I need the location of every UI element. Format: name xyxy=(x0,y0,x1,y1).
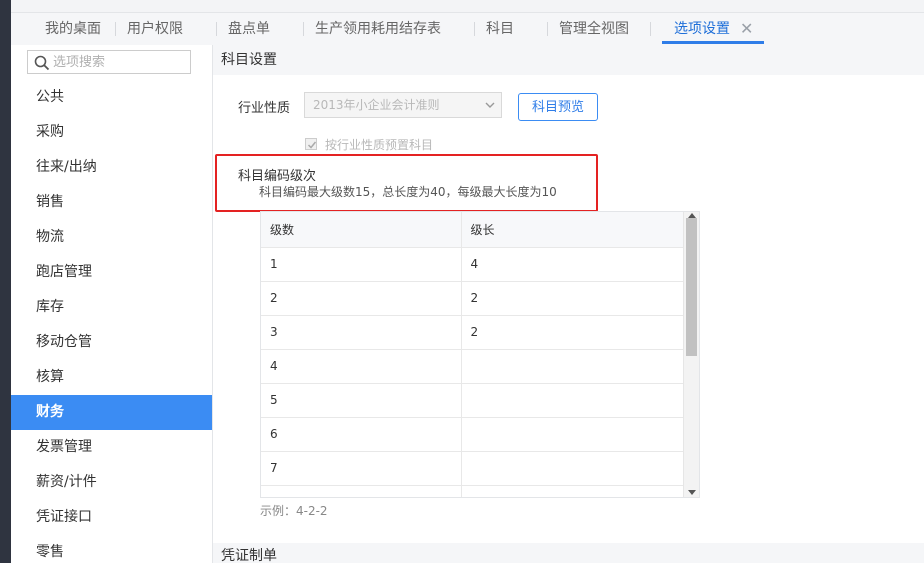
tab-option-settings[interactable]: 选项设置 xyxy=(674,13,730,44)
length-cell[interactable] xyxy=(461,451,683,486)
tab-stocktake[interactable]: 盘点单 xyxy=(228,13,270,44)
level-cell: 4 xyxy=(261,349,462,384)
section-title-voucher: 凭证制单 xyxy=(213,543,924,564)
length-cell[interactable]: 2 xyxy=(461,281,683,316)
scrollbar-thumb[interactable] xyxy=(686,218,697,356)
length-cell[interactable] xyxy=(461,349,683,384)
sidebar-item-store-visits[interactable]: 跑店管理 xyxy=(11,255,212,290)
tab-close-icon[interactable]: ✕ xyxy=(740,13,753,44)
tab-separator xyxy=(115,22,116,36)
table-row: 8 xyxy=(261,485,683,497)
level-cell: 6 xyxy=(261,417,462,452)
level-cell: 8 xyxy=(261,485,462,497)
sidebar-item-voucher-interface[interactable]: 凭证接口 xyxy=(11,500,212,535)
checkmark-icon xyxy=(307,141,317,149)
tab-separator xyxy=(474,22,475,36)
sidebar-item-public[interactable]: 公共 xyxy=(11,80,212,115)
level-cell: 7 xyxy=(261,451,462,486)
coding-levels-title: 科目编码级次 xyxy=(238,169,317,184)
sidebar-item-payroll-piecework[interactable]: 薪资/计件 xyxy=(11,465,212,500)
industry-select-value: 2013年小企业会计准则 xyxy=(313,98,440,112)
scroll-down-arrow-icon[interactable] xyxy=(688,490,696,496)
settings-sidebar: 公共 采购 往来/出纳 销售 物流 跑店管理 库存 移动仓管 核算 财务 发票管… xyxy=(11,45,213,563)
sidebar-item-invoice-management[interactable]: 发票管理 xyxy=(11,430,212,465)
preset-subjects-checkbox[interactable] xyxy=(305,138,317,150)
tab-production-usage-report[interactable]: 生产领用耗用结存表 xyxy=(315,13,441,44)
table-row: 1 4 xyxy=(261,247,683,282)
coding-levels-grid: 级数 级长 1 4 2 2 3 2 4 5 6 7 xyxy=(260,211,700,498)
tab-user-permissions[interactable]: 用户权限 xyxy=(127,13,183,44)
sidebar-item-purchase[interactable]: 采购 xyxy=(11,115,212,150)
preset-subjects-label: 按行业性质预置科目 xyxy=(325,138,434,152)
option-search-box xyxy=(27,50,191,74)
chevron-down-icon xyxy=(485,102,495,108)
industry-select[interactable]: 2013年小企业会计准则 xyxy=(304,92,502,118)
sidebar-item-finance[interactable]: 财务 xyxy=(11,395,212,430)
length-cell[interactable] xyxy=(461,485,683,497)
table-row: 7 xyxy=(261,451,683,486)
tab-separator xyxy=(216,22,217,36)
table-row: 6 xyxy=(261,417,683,452)
window-top-strip xyxy=(11,0,924,13)
search-icon xyxy=(34,55,50,71)
table-row: 3 2 xyxy=(261,315,683,350)
level-cell: 1 xyxy=(261,247,462,282)
coding-example-text: 示例：4-2-2 xyxy=(260,504,328,518)
tab-separator xyxy=(650,22,651,36)
option-search-input[interactable] xyxy=(53,53,185,71)
tab-accounts[interactable]: 科目 xyxy=(486,13,514,44)
sidebar-item-accounts-cashier[interactable]: 往来/出纳 xyxy=(11,150,212,185)
app-left-rail xyxy=(0,0,11,563)
active-tab-indicator xyxy=(662,41,764,44)
sidebar-item-retail[interactable]: 零售 xyxy=(11,535,212,570)
level-cell: 3 xyxy=(261,315,462,350)
section-title-subject-settings: 科目设置 xyxy=(213,45,924,75)
coding-levels-description: 科目编码最大级数15，总长度为40，每级最大长度为10 xyxy=(259,185,557,199)
tab-management-overview[interactable]: 管理全视图 xyxy=(559,13,629,44)
sidebar-item-sales[interactable]: 销售 xyxy=(11,185,212,220)
tab-my-desktop[interactable]: 我的桌面 xyxy=(45,13,101,44)
length-cell[interactable]: 4 xyxy=(461,247,683,282)
grid-header-row: 级数 级长 xyxy=(261,212,683,248)
column-header-length: 级长 xyxy=(461,212,683,248)
table-row: 5 xyxy=(261,383,683,418)
industry-label: 行业性质 xyxy=(238,101,291,116)
length-cell[interactable] xyxy=(461,383,683,418)
sidebar-item-mobile-warehouse[interactable]: 移动仓管 xyxy=(11,325,212,360)
subject-preview-button[interactable]: 科目预览 xyxy=(518,93,598,121)
level-cell: 2 xyxy=(261,281,462,316)
table-row: 2 2 xyxy=(261,281,683,316)
length-cell[interactable]: 2 xyxy=(461,315,683,350)
sidebar-item-costing[interactable]: 核算 xyxy=(11,360,212,395)
settings-main-panel: 科目设置 行业性质 2013年小企业会计准则 科目预览 按行业性质预置科目 科目… xyxy=(213,45,924,564)
length-cell[interactable] xyxy=(461,417,683,452)
tab-separator xyxy=(547,22,548,36)
tab-separator xyxy=(303,22,304,36)
grid-vertical-scrollbar[interactable] xyxy=(683,212,699,497)
table-row: 4 xyxy=(261,349,683,384)
sidebar-item-inventory[interactable]: 库存 xyxy=(11,290,212,325)
tab-bar: 我的桌面 用户权限 盘点单 生产领用耗用结存表 科目 管理全视图 选项设置 ✕ xyxy=(11,13,924,46)
column-header-level: 级数 xyxy=(261,212,462,248)
level-cell: 5 xyxy=(261,383,462,418)
sidebar-item-logistics[interactable]: 物流 xyxy=(11,220,212,255)
